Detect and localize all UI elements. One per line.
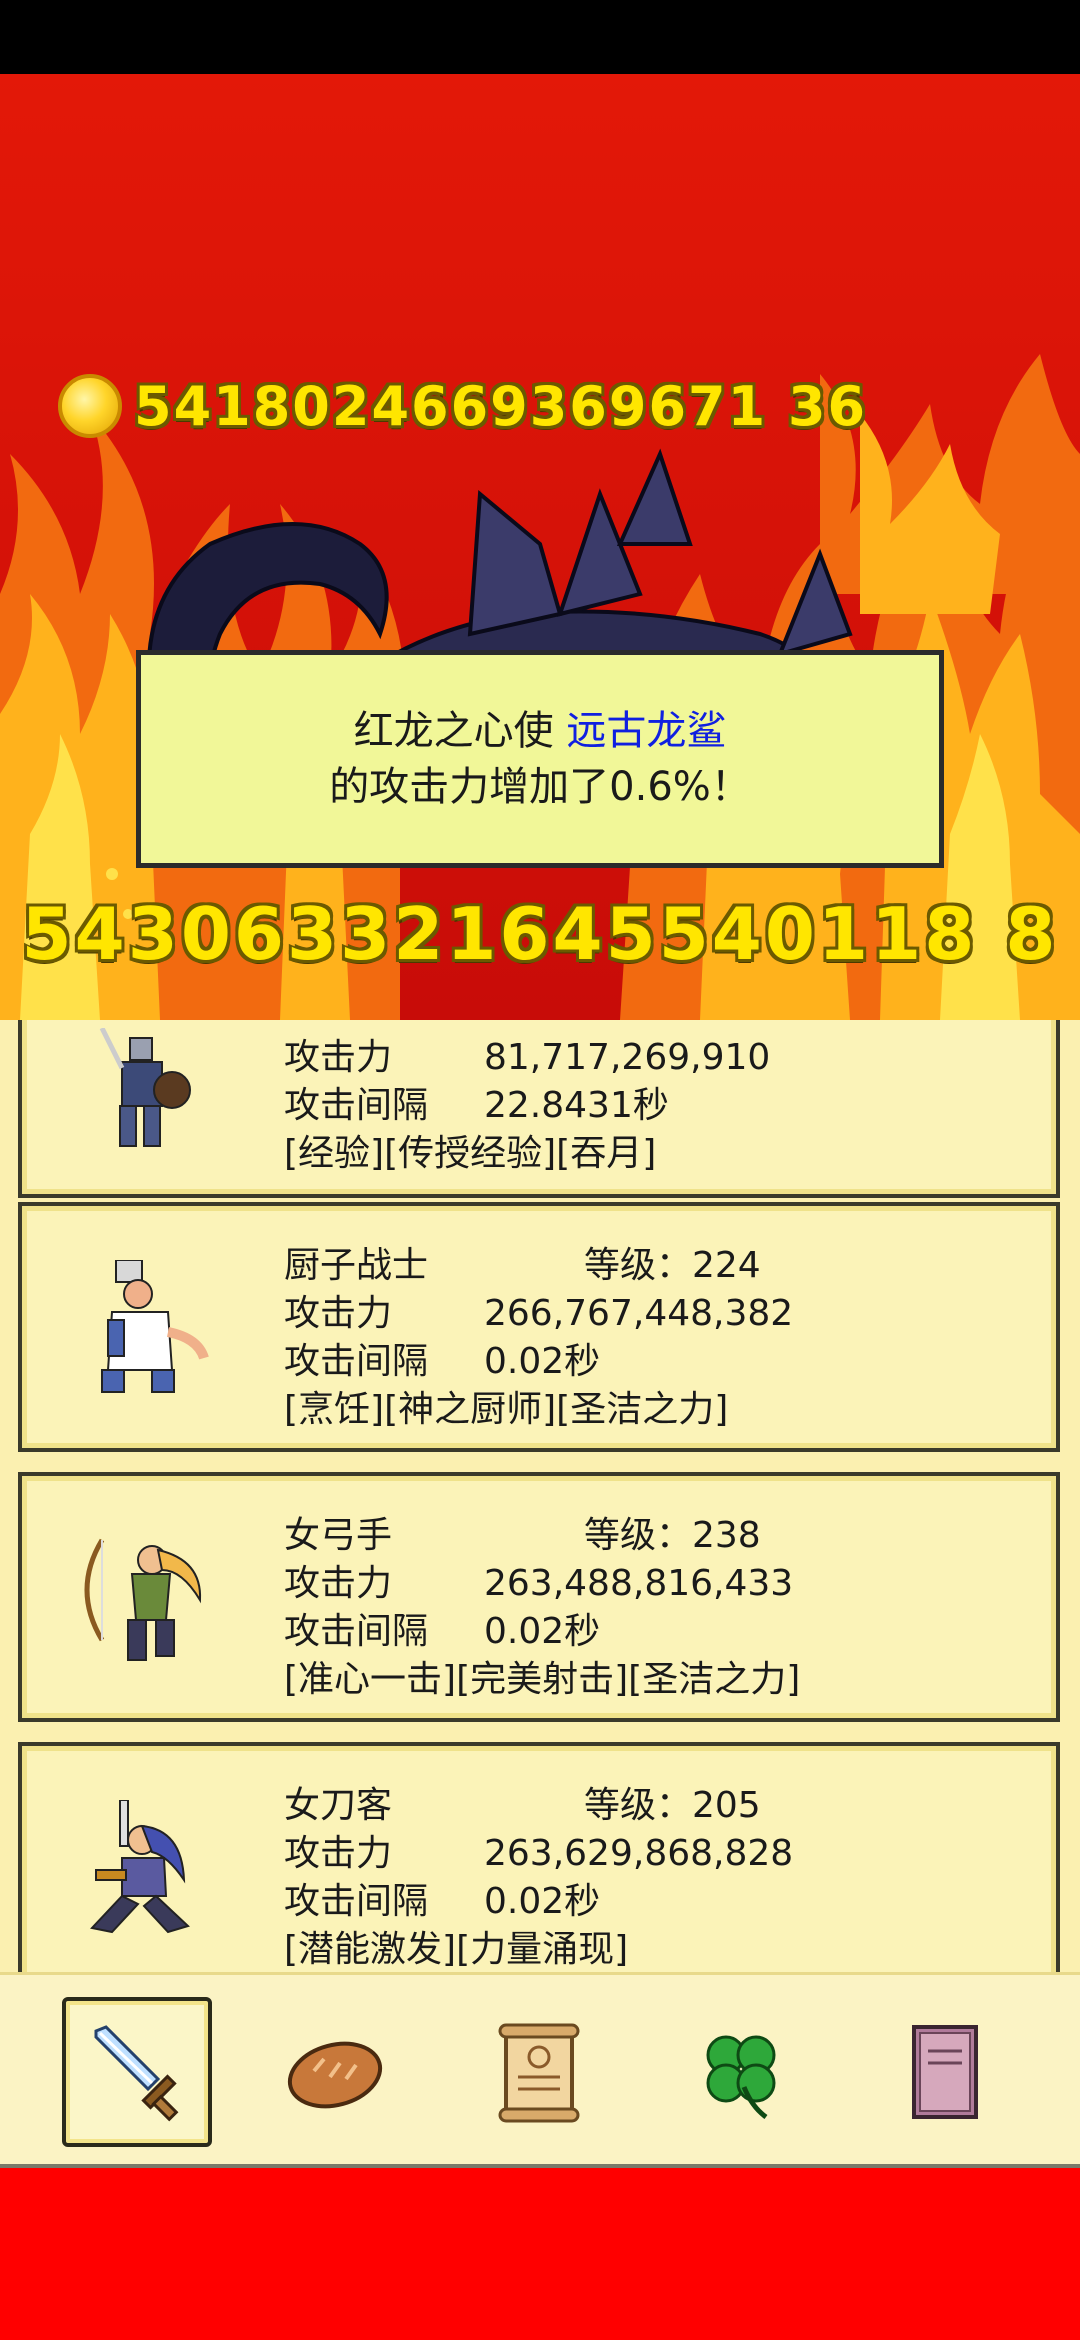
interval-row: 攻击间隔 0.02秒 xyxy=(284,1602,600,1654)
interval-value: 0.02秒 xyxy=(484,1341,601,1382)
hero-name: 厨子战士 xyxy=(284,1245,429,1286)
hero-card[interactable]: 女弓手 等级：238 攻击力 263,488,816,433 攻击间隔 0.02秒 … xyxy=(18,1472,1060,1722)
atk-label: 攻击力 xyxy=(284,1293,393,1334)
interval-row: 攻击间隔 0.02秒 xyxy=(284,1872,600,1924)
interval-label: 攻击间隔 xyxy=(284,1341,429,1382)
chef-warrior-portrait-icon xyxy=(101,1260,209,1393)
coin-counter: 5418024669369671 36 xyxy=(58,370,867,442)
status-bar xyxy=(0,0,1080,74)
hero-skills: [潜能激发][力量涌现] xyxy=(284,1929,629,1970)
scroll-icon xyxy=(498,2023,580,2123)
hero-skills: [经验][传授经验][吞月] xyxy=(284,1133,657,1174)
nav-scroll-button[interactable] xyxy=(464,1997,614,2147)
clover-icon xyxy=(706,2035,776,2120)
atk-value: 266,767,448,382 xyxy=(484,1293,794,1334)
interval-row: 攻击间隔 22.8431秒 xyxy=(284,1076,669,1128)
bottom-background xyxy=(0,2168,1080,2340)
dialog-hero-name: 远古龙鲨 xyxy=(566,708,727,754)
name-row: 女刀客 等级：205 xyxy=(284,1776,761,1828)
interval-label: 攻击间隔 xyxy=(284,1881,429,1922)
bottom-nav xyxy=(0,1972,1080,2168)
atk-label: 攻击力 xyxy=(284,1563,393,1604)
hero-card[interactable]: 厨子战士 等级：224 攻击力 266,767,448,382 攻击间隔 0.02秒… xyxy=(18,1202,1060,1452)
gold-coin-icon xyxy=(58,374,122,438)
dialog-prefix: 红龙之心使 xyxy=(353,708,567,754)
knight-portrait-icon xyxy=(99,1028,191,1147)
dialog-line-1: 红龙之心使 远古龙鲨 xyxy=(354,703,727,759)
name-row: 厨子战士 等级：224 xyxy=(284,1236,761,1288)
atk-row: 攻击力 263,629,868,828 xyxy=(284,1824,793,1876)
message-dialog[interactable]: 红龙之心使 远古龙鲨 的攻击力增加了0.6%！ xyxy=(136,650,944,868)
hero-level: 等级：238 xyxy=(584,1515,761,1556)
atk-row: 攻击力 266,767,448,382 xyxy=(284,1284,793,1336)
interval-value: 0.02秒 xyxy=(484,1611,601,1652)
nav-food-button[interactable] xyxy=(260,1997,410,2147)
book-icon xyxy=(912,2025,978,2119)
coin-count: 5418024669369671 36 xyxy=(134,374,868,438)
nav-book-button[interactable] xyxy=(868,1997,1018,2147)
hero-level: 等级：224 xyxy=(584,1245,761,1286)
fire-background xyxy=(0,74,1080,1020)
atk-value: 263,488,816,433 xyxy=(484,1563,794,1604)
female-archer-portrait-icon xyxy=(84,1538,202,1661)
hero-card[interactable]: 攻击力 81,717,269,910 攻击间隔 22.8431秒 [经验][传授经验… xyxy=(18,1020,1060,1198)
hero-skills: [烹饪][神之厨师][圣洁之力] xyxy=(284,1389,729,1430)
atk-row: 攻击力 263,488,816,433 xyxy=(284,1554,793,1606)
hero-skills: [准心一击][完美射击][圣洁之力] xyxy=(284,1659,801,1700)
interval-label: 攻击间隔 xyxy=(284,1611,429,1652)
hero-name: 女弓手 xyxy=(284,1515,393,1556)
hero-name: 女刀客 xyxy=(284,1785,393,1826)
atk-label: 攻击力 xyxy=(284,1037,393,1078)
hero-level: 等级：205 xyxy=(584,1785,761,1826)
bread-icon xyxy=(287,2041,383,2109)
interval-label: 攻击间隔 xyxy=(284,1085,429,1126)
nav-heroes-button[interactable] xyxy=(62,1997,212,2147)
atk-label: 攻击力 xyxy=(284,1833,393,1874)
atk-value: 263,629,868,828 xyxy=(484,1833,794,1874)
hero-card[interactable]: 女刀客 等级：205 攻击力 263,629,868,828 攻击间隔 0.02秒 … xyxy=(18,1742,1060,1972)
nav-clover-button[interactable] xyxy=(666,1997,816,2147)
boss-scene[interactable]: 5418024669369671 36 红龙之心使 远古龙鲨 的攻击力增加了0.… xyxy=(0,74,1080,1020)
dialog-line-2: 的攻击力增加了0.6%！ xyxy=(329,764,751,810)
atk-value: 81,717,269,910 xyxy=(484,1037,771,1078)
sword-icon xyxy=(94,2025,179,2122)
name-row: 女弓手 等级：238 xyxy=(284,1506,761,1558)
hero-list[interactable]: 攻击力 81,717,269,910 攻击间隔 22.8431秒 [经验][传授经验… xyxy=(0,1020,1080,1972)
atk-row: 攻击力 81,717,269,910 xyxy=(284,1028,770,1080)
female-swordsman-portrait-icon xyxy=(90,1800,190,1934)
damage-number: 543063321645540118 8 xyxy=(21,892,1059,976)
interval-value: 0.02秒 xyxy=(484,1881,601,1922)
interval-row: 攻击间隔 0.02秒 xyxy=(284,1332,600,1384)
interval-value: 22.8431秒 xyxy=(484,1085,669,1126)
